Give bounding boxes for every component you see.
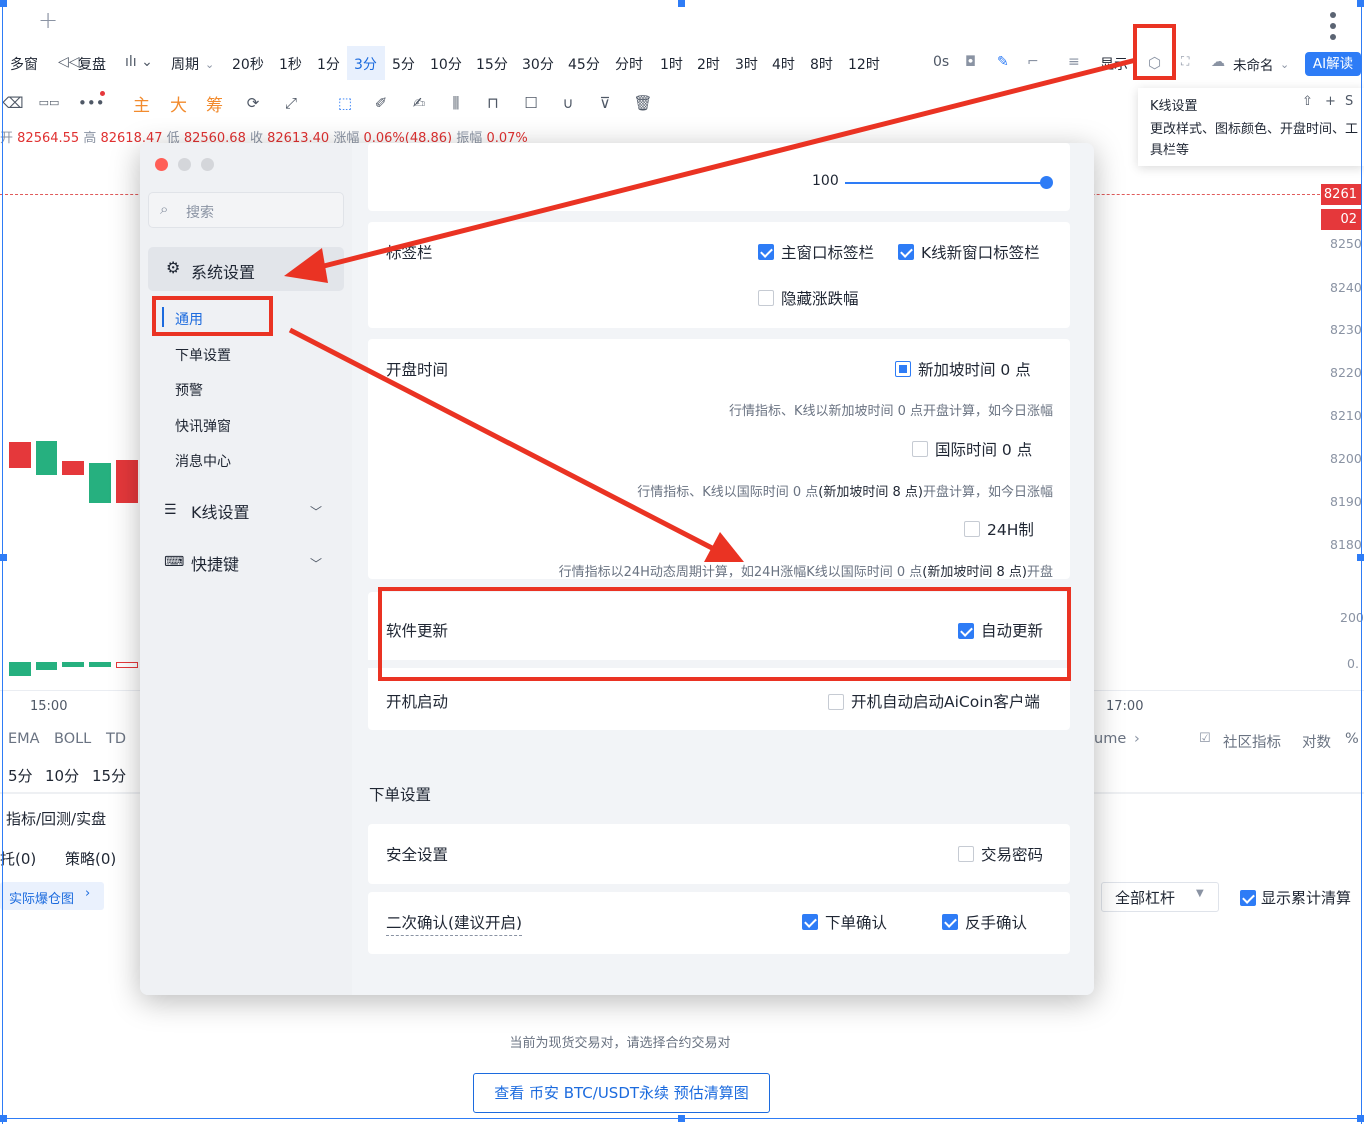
selection-handle[interactable] [1357, 1115, 1364, 1122]
selection-frame-edge [2, 0, 3, 1124]
arrowhead [284, 248, 328, 283]
selection-handle[interactable] [678, 1115, 685, 1122]
selection-handle[interactable] [1357, 554, 1364, 561]
annotation-arrows [284, 57, 1137, 562]
selection-handle[interactable] [0, 0, 7, 7]
selection-handle[interactable] [1357, 0, 1364, 7]
selection-frame-edge [1361, 0, 1362, 1124]
selection-handle[interactable] [678, 0, 685, 7]
selection-handle[interactable] [0, 554, 7, 561]
arrow-to-system-settings [315, 57, 1137, 271]
arrow-to-software-update [288, 327, 714, 551]
selection-handle[interactable] [0, 1115, 7, 1122]
